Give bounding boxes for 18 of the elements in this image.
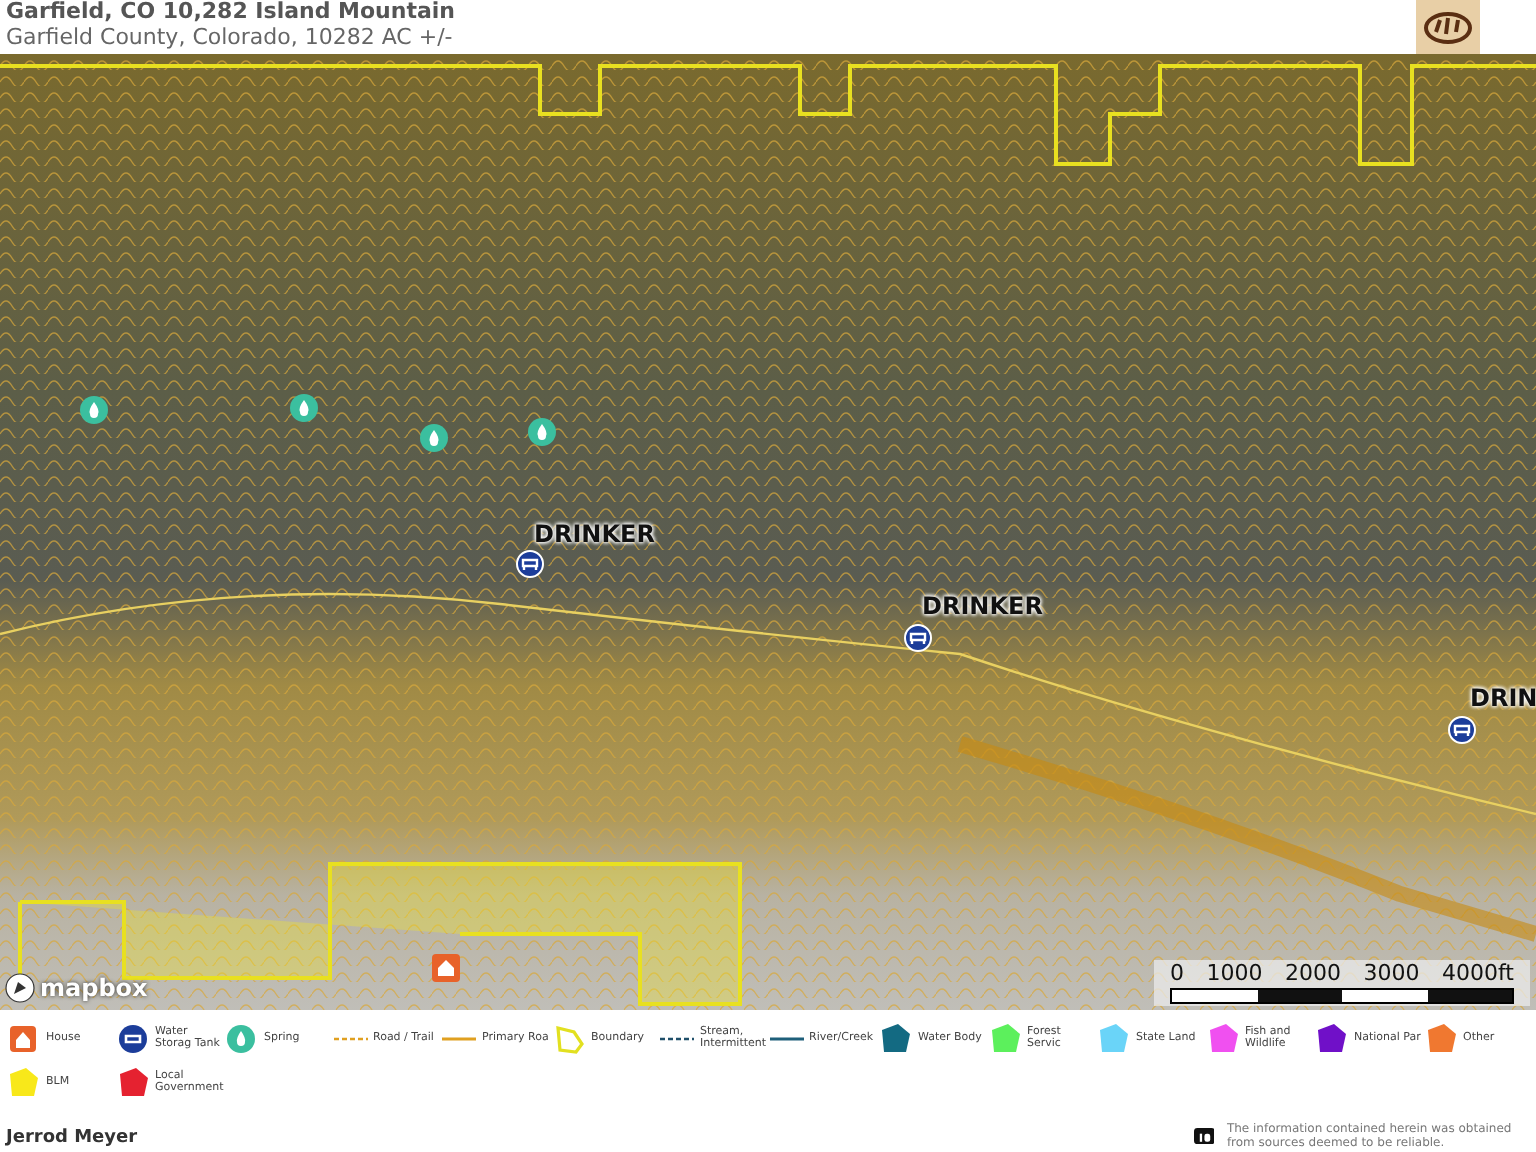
spring-marker-icon[interactable] bbox=[420, 424, 448, 452]
marker-label: DRIN bbox=[1470, 684, 1536, 712]
spring-marker-icon[interactable] bbox=[80, 396, 108, 424]
company-logo-icon bbox=[1194, 1122, 1215, 1150]
map-subtitle: Garfield County, Colorado, 10282 AC +/- bbox=[6, 24, 455, 50]
mapbox-attribution[interactable]: mapbox bbox=[40, 974, 148, 1002]
scale-label: 2000 bbox=[1285, 962, 1341, 986]
scale-label: 3000 bbox=[1363, 962, 1420, 986]
scale-label: 0 bbox=[1170, 962, 1184, 986]
scale-label: 4000ft bbox=[1442, 962, 1514, 986]
spring-marker-icon[interactable] bbox=[528, 418, 556, 446]
mapbox-logo-icon bbox=[4, 972, 36, 1004]
spring-marker-icon[interactable] bbox=[290, 394, 318, 422]
scale-label: 1000 bbox=[1206, 962, 1263, 986]
map-title: Garfield, CO 10,282 Island Mountain bbox=[6, 0, 455, 24]
house-marker-icon[interactable] bbox=[432, 954, 460, 982]
marker-label: DRINKER bbox=[534, 520, 655, 548]
author-name: Jerrod Meyer bbox=[6, 1128, 138, 1148]
